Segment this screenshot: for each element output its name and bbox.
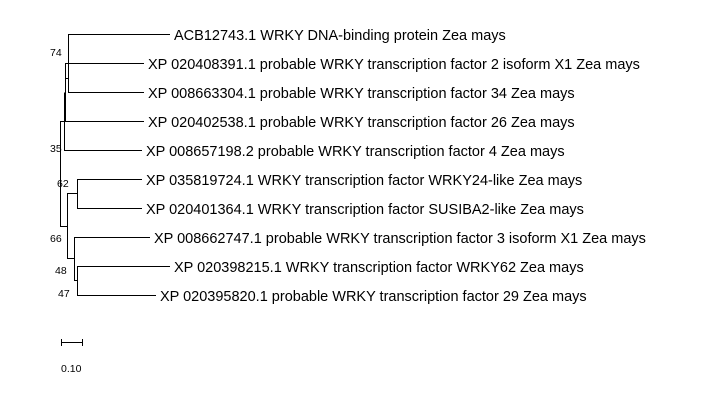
taxon-label: XP 008657198.2 probable WRKY transcripti… <box>146 144 565 160</box>
taxon-label: XP 008663304.1 probable WRKY transcripti… <box>148 86 575 102</box>
taxon-label: XP 020401364.1 WRKY transcription factor… <box>146 202 584 218</box>
taxon-label: XP 020398215.1 WRKY transcription factor… <box>174 260 584 276</box>
support-value: 47 <box>58 288 70 300</box>
taxon-label: XP 020395820.1 probable WRKY transcripti… <box>160 289 587 305</box>
taxon-label: XP 008662747.1 probable WRKY transcripti… <box>154 231 646 247</box>
support-value: 62 <box>57 178 69 190</box>
support-value: 35 <box>50 143 62 155</box>
scale-bar-label: 0.10 <box>61 363 82 375</box>
taxon-label: XP 020402538.1 probable WRKY transcripti… <box>148 115 575 131</box>
tree-branches <box>60 34 170 296</box>
taxon-label: XP 035819724.1 WRKY transcription factor… <box>146 173 582 189</box>
support-value: 48 <box>55 265 67 277</box>
taxon-label: XP 020408391.1 probable WRKY transcripti… <box>148 57 640 73</box>
taxon-labels: ACB12743.1 WRKY DNA-binding protein Zea … <box>146 28 646 305</box>
support-value: 66 <box>50 233 62 245</box>
scale-bar: 0.10 <box>61 339 83 375</box>
support-value: 74 <box>50 47 62 59</box>
bootstrap-support-values: 74 35 62 66 48 47 <box>50 47 70 300</box>
phylogenetic-tree: ACB12743.1 WRKY DNA-binding protein Zea … <box>50 28 646 375</box>
taxon-label: ACB12743.1 WRKY DNA-binding protein Zea … <box>174 28 506 44</box>
